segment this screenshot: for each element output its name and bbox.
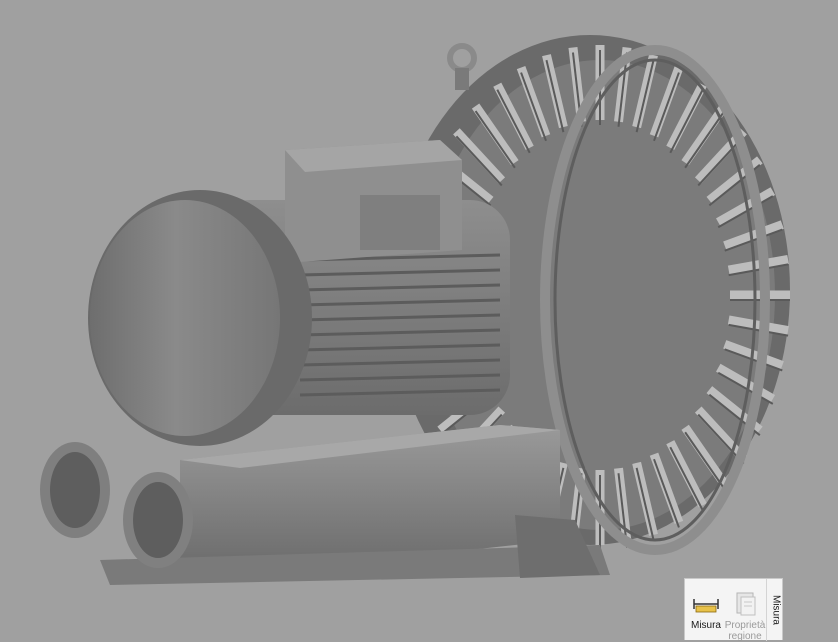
lifting-eye — [447, 43, 477, 90]
region-properties-label-line2: regione — [728, 631, 762, 642]
3d-viewport[interactable] — [0, 0, 838, 640]
region-properties-label-line1: Proprietà — [724, 620, 766, 631]
region-properties-icon — [730, 591, 760, 617]
ribbon-group-label: Misura — [770, 594, 781, 626]
region-properties-button[interactable]: Proprietà regione — [724, 579, 766, 642]
outlet-port — [123, 472, 193, 568]
measure-ribbon-group: Misura Proprietà regione Misura — [684, 578, 784, 642]
blower-3d-model[interactable] — [0, 0, 838, 640]
terminal-box — [285, 140, 462, 262]
measure-button-label: Misura — [690, 620, 721, 631]
fan-cover — [88, 190, 312, 446]
ribbon-group-title: Misura — [766, 579, 784, 641]
ruler-measure-icon — [691, 591, 721, 617]
measure-button[interactable]: Misura — [687, 579, 725, 641]
inlet-port — [40, 442, 110, 538]
